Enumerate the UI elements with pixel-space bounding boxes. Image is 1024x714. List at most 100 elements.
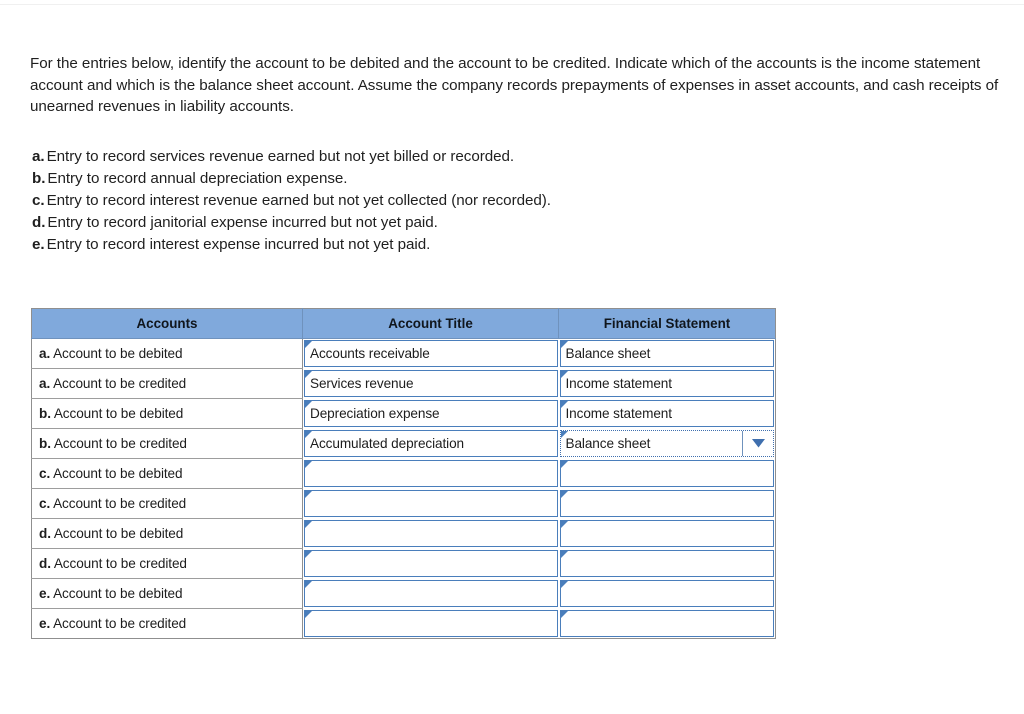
financial-statement-dropdown[interactable]: Income statement (559, 370, 774, 397)
row-label-cell: d. Account to be debited (31, 518, 303, 549)
account-title-cell[interactable] (302, 488, 559, 519)
entry-list: a. Entry to record services revenue earne… (32, 146, 932, 256)
list-item: b. Entry to record annual depreciation ex… (32, 168, 932, 190)
row-label-cell: c. Account to be credited (31, 488, 303, 519)
account-title-value: Accounts receivable (310, 346, 430, 362)
table-row: e. Account to be debited (31, 578, 776, 609)
row-letter: c. (39, 466, 51, 481)
table-row: b. Account to be credited Accumulated dep… (31, 428, 776, 459)
table-row: c. Account to be credited (31, 488, 776, 519)
account-title-dropdown[interactable]: Accumulated depreciation (304, 430, 558, 457)
row-label: Account to be credited (53, 496, 187, 511)
account-title-dropdown[interactable] (304, 460, 558, 487)
list-item: e. Entry to record interest expense incur… (32, 234, 932, 256)
column-header-financial-statement: Financial Statement (558, 308, 776, 339)
list-item: d. Entry to record janitorial expense inc… (32, 212, 932, 234)
row-label: Account to be debited (53, 526, 184, 541)
account-title-dropdown[interactable] (304, 550, 558, 577)
financial-statement-cell[interactable] (558, 488, 776, 519)
account-title-dropdown[interactable] (304, 609, 558, 637)
account-title-cell[interactable]: Depreciation expense (302, 398, 559, 429)
financial-statement-value: Income statement (565, 406, 673, 421)
financial-statement-dropdown[interactable]: Balance sheet (559, 430, 774, 457)
row-label-cell: b. Account to be debited (31, 398, 303, 429)
question-intro-text: For the entries below, identify the acco… (30, 55, 999, 116)
row-letter: a. (39, 376, 51, 391)
row-letter: d. (39, 556, 51, 571)
financial-statement-dropdown[interactable] (559, 490, 774, 517)
entry-text: Entry to record janitorial expense incur… (47, 214, 438, 231)
table-header-row: Accounts Account Title Financial Stateme… (31, 308, 776, 339)
financial-statement-dropdown[interactable]: Balance sheet (559, 340, 774, 368)
financial-statement-value: Income statement (565, 376, 673, 391)
financial-statement-value: Balance sheet (565, 346, 651, 362)
row-label: Account to be credited (53, 436, 187, 451)
account-title-value: Depreciation expense (310, 406, 440, 421)
account-title-dropdown[interactable]: Accounts receivable (304, 340, 558, 368)
account-title-dropdown[interactable] (304, 580, 558, 607)
financial-statement-dropdown[interactable] (559, 460, 774, 487)
account-title-cell[interactable]: Services revenue (302, 368, 559, 399)
account-title-dropdown[interactable]: Depreciation expense (304, 400, 558, 427)
table-row: e. Account to be credited (31, 608, 776, 639)
entry-letter: b. (32, 170, 46, 187)
row-letter: b. (39, 436, 51, 451)
entry-text: Entry to record services revenue earned … (46, 148, 515, 165)
entry-letter: e. (32, 236, 45, 253)
row-label-cell: a. Account to be credited (31, 368, 303, 399)
row-label: Account to be debited (53, 346, 183, 361)
chevron-down-icon[interactable] (742, 431, 773, 456)
table-row: a. Account to be credited Services revenu… (31, 368, 776, 399)
row-label: Account to be debited (53, 466, 183, 481)
column-header-accounts: Accounts (31, 308, 303, 339)
financial-statement-cell[interactable]: Balance sheet (558, 428, 776, 459)
account-title-dropdown[interactable] (304, 520, 558, 547)
financial-statement-cell[interactable] (558, 458, 776, 489)
top-divider (0, 4, 1024, 5)
account-title-cell[interactable] (302, 548, 559, 579)
row-label-cell: b. Account to be credited (31, 428, 303, 459)
entry-text: Entry to record interest expense incurre… (46, 236, 431, 253)
row-letter: e. (39, 586, 51, 601)
financial-statement-cell[interactable] (558, 578, 776, 609)
account-title-cell[interactable]: Accounts receivable (302, 338, 559, 369)
financial-statement-cell[interactable]: Income statement (558, 398, 776, 429)
row-label-cell: e. Account to be debited (31, 578, 303, 609)
financial-statement-cell[interactable]: Balance sheet (558, 338, 776, 369)
table-row: c. Account to be debited (31, 458, 776, 489)
financial-statement-cell[interactable] (558, 608, 776, 639)
account-title-cell[interactable] (302, 578, 559, 609)
account-title-dropdown[interactable]: Services revenue (304, 370, 558, 397)
financial-statement-dropdown[interactable] (559, 550, 774, 577)
table-row: d. Account to be credited (31, 548, 776, 579)
row-label: Account to be debited (53, 586, 183, 601)
financial-statement-dropdown[interactable] (559, 609, 774, 637)
row-label-cell: d. Account to be credited (31, 548, 303, 579)
row-label: Account to be credited (53, 376, 187, 391)
row-letter: d. (39, 526, 51, 541)
table-row: b. Account to be debited Depreciation exp… (31, 398, 776, 429)
account-title-cell[interactable] (302, 518, 559, 549)
account-title-cell[interactable]: Accumulated depreciation (302, 428, 559, 459)
table-row: d. Account to be debited (31, 518, 776, 549)
row-label-cell: e. Account to be credited (31, 608, 303, 639)
list-item: a. Entry to record services revenue earne… (32, 146, 932, 168)
row-label-cell: c. Account to be debited (31, 458, 303, 489)
account-title-cell[interactable] (302, 608, 559, 639)
column-header-account-title: Account Title (302, 308, 559, 339)
entry-letter: a. (32, 148, 45, 165)
financial-statement-cell[interactable] (558, 548, 776, 579)
row-letter: c. (39, 496, 51, 511)
financial-statement-dropdown[interactable] (559, 520, 774, 547)
row-letter: e. (39, 616, 51, 631)
row-label: Account to be debited (53, 406, 184, 421)
account-title-cell[interactable] (302, 458, 559, 489)
financial-statement-cell[interactable]: Income statement (558, 368, 776, 399)
financial-statement-dropdown[interactable] (559, 580, 774, 607)
financial-statement-dropdown[interactable]: Income statement (559, 400, 774, 427)
account-title-dropdown[interactable] (304, 490, 558, 517)
row-letter: b. (39, 406, 51, 421)
account-title-value: Accumulated depreciation (310, 436, 465, 451)
financial-statement-cell[interactable] (558, 518, 776, 549)
row-label-cell: a. Account to be debited (31, 338, 303, 369)
